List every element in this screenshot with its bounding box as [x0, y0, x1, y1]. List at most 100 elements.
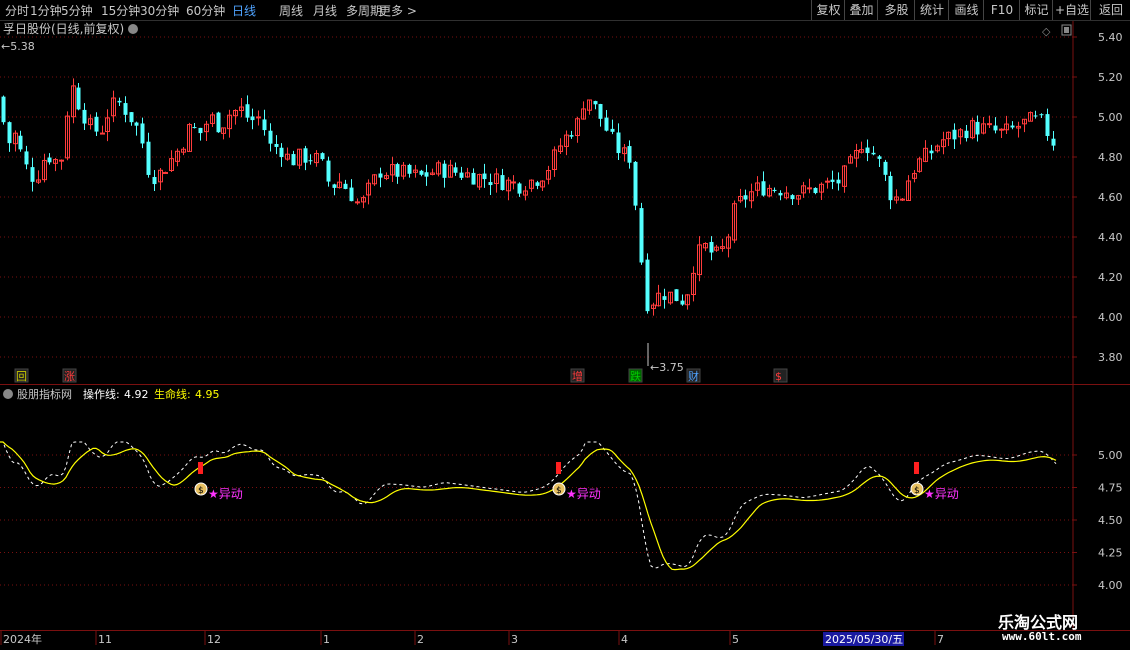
- down-candle-body: [680, 300, 685, 305]
- ind-ytick-label: 4.50: [1098, 514, 1123, 527]
- down-candle-body: [140, 123, 145, 144]
- down-candle-body: [1010, 125, 1015, 128]
- toolbar-button-5[interactable]: F10: [983, 0, 1020, 20]
- period-tab-2[interactable]: 5分钟: [61, 2, 93, 19]
- down-candle-body: [865, 147, 870, 154]
- down-candle-body: [836, 179, 841, 184]
- chart-title: 孚日股份(日线,前复权): [3, 21, 124, 36]
- down-candle-body: [1, 96, 6, 123]
- up-candle-body: [100, 132, 105, 135]
- up-candle-body: [355, 201, 360, 204]
- down-candle-body: [30, 167, 35, 182]
- period-tab-3[interactable]: 15分钟: [101, 2, 140, 19]
- toolbar-button-2[interactable]: 多股: [877, 0, 915, 20]
- ind-ytick-label: 4.25: [1098, 547, 1123, 560]
- period-tab-4[interactable]: 30分钟: [140, 2, 179, 19]
- down-candle-body: [250, 116, 255, 121]
- down-candle-body: [134, 122, 139, 126]
- down-candle-body: [419, 170, 424, 175]
- period-tab-8[interactable]: 月线: [313, 2, 337, 19]
- operation-line: [0, 441, 1057, 569]
- up-candle-body: [163, 171, 168, 174]
- down-candle-body: [761, 181, 766, 196]
- down-candle-body: [517, 183, 522, 194]
- down-candle-body: [975, 121, 980, 135]
- down-candle-body: [47, 157, 52, 163]
- down-candle-body: [1051, 138, 1056, 146]
- down-candle-body: [123, 103, 128, 115]
- life-line: [0, 441, 1057, 571]
- x-axis-label: 1: [323, 633, 330, 646]
- up-candle-body: [900, 198, 905, 201]
- down-candle-body: [871, 152, 876, 155]
- down-candle-body: [778, 192, 783, 196]
- x-axis-label: 11: [98, 633, 112, 646]
- period-tab-9[interactable]: 多周期: [346, 2, 382, 19]
- event-tag: 跌: [630, 369, 641, 383]
- down-candle-body: [459, 172, 464, 178]
- x-axis-label: 7: [937, 633, 944, 646]
- event-tag: $: [775, 370, 782, 383]
- ind-ytick-label: 4.00: [1098, 579, 1123, 592]
- period-tab-0[interactable]: 分时: [5, 2, 29, 19]
- down-candle-body: [471, 172, 476, 185]
- event-tag: 回: [16, 370, 27, 383]
- toolbar-button-6[interactable]: 标记: [1019, 0, 1053, 20]
- period-tab-7[interactable]: 周线: [279, 2, 303, 19]
- toolbar-button-1[interactable]: 叠加: [844, 0, 878, 20]
- chart-text: 5.40 5.20 5.00 4.80 4.60 4.40 4.20 4.00 3.80 5.00…: [1, 21, 1123, 646]
- down-candle-body: [395, 164, 400, 177]
- down-candle-body: [82, 109, 87, 124]
- toolbar-button-7[interactable]: +自选: [1052, 0, 1091, 20]
- down-candle-body: [453, 167, 458, 173]
- up-candle-body: [807, 187, 812, 190]
- down-candle-body: [117, 100, 122, 103]
- signal-label: ★异动: [208, 487, 243, 501]
- down-candle-body: [790, 195, 795, 200]
- down-candle-body: [152, 177, 157, 185]
- down-candle-body: [24, 151, 29, 165]
- down-candle-body: [830, 179, 835, 182]
- chart-area[interactable]: ◇ $ $ $ 5.40 5.20 5.00 4.80 4.60 4.40 4.20 4.00 3.…: [0, 21, 1130, 650]
- up-candle-body: [511, 181, 516, 184]
- down-candle-body: [674, 289, 679, 302]
- down-candle-body: [308, 160, 313, 162]
- down-candle-body: [268, 130, 273, 144]
- x-axis-label: 2: [417, 633, 424, 646]
- period-tab-6[interactable]: 日线: [232, 2, 256, 19]
- down-candle-body: [616, 132, 621, 154]
- main-ytick-label: 4.20: [1098, 271, 1123, 284]
- down-candle-body: [245, 104, 250, 118]
- signal-bar: [556, 462, 561, 474]
- event-tag: 涨: [64, 370, 75, 383]
- down-candle-body: [1045, 114, 1050, 136]
- up-candle-body: [987, 123, 992, 126]
- down-candle-body: [1039, 114, 1044, 116]
- toolbar-button-0[interactable]: 复权: [811, 0, 845, 20]
- x-axis-label: 3: [511, 633, 518, 646]
- panel-button-inner: [1064, 27, 1069, 33]
- up-candle-body: [59, 159, 64, 162]
- down-candle-body: [94, 116, 99, 132]
- ind-ytick-label: 4.75: [1098, 482, 1123, 495]
- down-candle-body: [18, 135, 23, 150]
- down-candle-body: [482, 173, 487, 180]
- main-ytick-label: 4.00: [1098, 311, 1123, 324]
- down-candle-body: [604, 117, 609, 131]
- toolbar-button-3[interactable]: 统计: [914, 0, 949, 20]
- toolbar-button-8[interactable]: 返回: [1090, 0, 1130, 20]
- signal-label: ★异动: [924, 487, 959, 501]
- down-candle-body: [332, 184, 337, 188]
- down-candle-body: [198, 127, 203, 134]
- period-tab-10[interactable]: 更多 >: [379, 2, 417, 19]
- down-candle-body: [639, 208, 644, 263]
- period-tab-5[interactable]: 60分钟: [186, 2, 225, 19]
- down-candle-body: [662, 296, 667, 300]
- watermark-url: www.60lt.com: [1002, 630, 1082, 643]
- down-candle-body: [610, 128, 615, 132]
- grid: ◇: [0, 21, 1130, 645]
- down-candle-body: [645, 259, 650, 312]
- toolbar-button-4[interactable]: 画线: [948, 0, 984, 20]
- down-candle-body: [7, 122, 12, 144]
- period-tab-1[interactable]: 1分钟: [30, 2, 62, 19]
